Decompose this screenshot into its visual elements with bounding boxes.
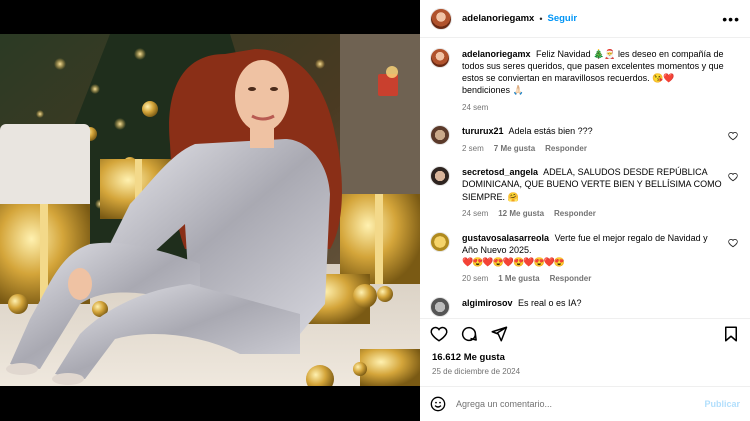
avatar[interactable] — [430, 7, 452, 30]
christmas-portrait-image — [0, 34, 420, 386]
post-photo[interactable] — [0, 34, 420, 386]
header-username[interactable]: adelanoriegamx — [462, 13, 534, 24]
comment-text: Es real o es IA? — [518, 297, 582, 308]
caption-time[interactable]: 24 sem — [462, 103, 488, 114]
avatar[interactable] — [430, 48, 450, 68]
post-header: adelanoriegamx • Seguir ••• — [420, 0, 750, 38]
comment-input[interactable] — [456, 399, 705, 409]
reply-button[interactable]: Responder — [545, 144, 587, 155]
post-details-panel: adelanoriegamx • Seguir ••• adelanoriega… — [420, 0, 750, 421]
comment-time[interactable]: 24 sem — [462, 209, 488, 220]
comment-likes[interactable]: 1 Me gusta — [498, 274, 539, 285]
comment-item: gustavosalasarreola Verte fue el mejor r… — [430, 231, 740, 285]
reply-button[interactable]: Responder — [554, 209, 596, 220]
post-actions-bar — [420, 318, 750, 348]
publish-button[interactable]: Publicar — [704, 399, 740, 409]
heart-icon[interactable] — [728, 172, 738, 182]
comment-likes[interactable]: 7 Me gusta — [494, 144, 535, 155]
avatar[interactable] — [430, 166, 450, 187]
comment-icon[interactable] — [460, 325, 478, 343]
likes-count[interactable]: 16.612 Me gusta — [432, 352, 505, 363]
heart-icon[interactable] — [430, 325, 448, 343]
caption-item: adelanoriegamx Feliz Navidad 🎄🎅 les dese… — [430, 48, 740, 113]
avatar[interactable] — [430, 231, 450, 252]
add-comment-bar: Publicar — [420, 386, 750, 421]
comment-item: algimirosov Es real o es IA? — [430, 296, 740, 317]
comment-item: secretosd_angela ADELA, SALUDOS DESDE RE… — [430, 166, 740, 219]
follow-button[interactable]: Seguir — [548, 13, 578, 24]
post-date[interactable]: 25 de diciembre de 2024 — [432, 367, 520, 376]
heart-icon[interactable] — [728, 238, 738, 248]
post-media-pane — [0, 0, 420, 421]
share-icon[interactable] — [490, 325, 508, 343]
avatar[interactable] — [430, 296, 450, 317]
comment-username[interactable]: gustavosalasarreola — [462, 233, 549, 243]
comment-text: Adela estás bien ??? — [508, 126, 593, 137]
separator-dot: • — [539, 13, 543, 24]
comment-item: tururux21 Adela estás bien ??? 2 sem 7 M… — [430, 125, 740, 154]
comment-likes[interactable]: 12 Me gusta — [498, 209, 544, 220]
emoji-icon[interactable] — [430, 396, 446, 412]
more-horizontal-icon[interactable]: ••• — [722, 11, 740, 27]
comment-time[interactable]: 2 sem — [462, 144, 484, 155]
caption-username[interactable]: adelanoriegamx — [462, 49, 531, 59]
comment-username[interactable]: tururux21 — [462, 126, 504, 136]
heart-icon[interactable] — [728, 131, 738, 141]
bookmark-icon[interactable] — [722, 325, 740, 343]
comment-username[interactable]: secretosd_angela — [462, 167, 538, 177]
comments-list[interactable]: adelanoriegamx Feliz Navidad 🎄🎅 les dese… — [420, 38, 750, 318]
avatar[interactable] — [430, 125, 450, 146]
reply-button[interactable]: Responder — [550, 274, 592, 285]
comment-emojis: ❤️😍❤️😍❤️😍❤️😍❤️😍 — [462, 256, 565, 267]
comment-username[interactable]: algimirosov — [462, 298, 513, 308]
comment-time[interactable]: 20 sem — [462, 274, 488, 285]
